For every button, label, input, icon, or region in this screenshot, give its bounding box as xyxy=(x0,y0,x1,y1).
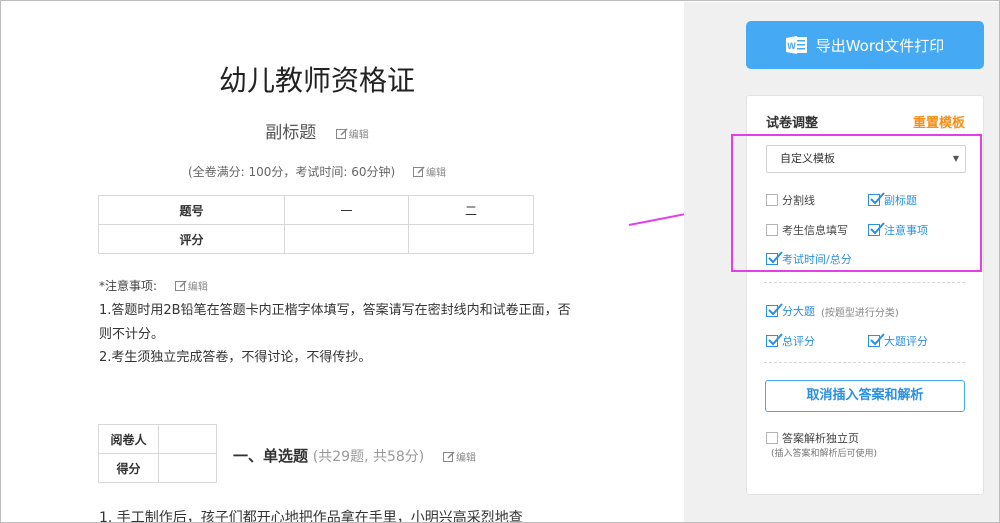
table-row: 阅卷人 xyxy=(98,424,217,454)
edit-icon xyxy=(174,280,187,291)
notice-title: *注意事项: xyxy=(99,279,158,293)
export-word-button[interactable]: W 导出Word文件打印 xyxy=(746,21,984,69)
notice-line: 1.答题时用2B铅笔在答题卡内正楷字体填写，答案请写在密封线内和试卷正面，否 xyxy=(99,303,571,318)
option-label: 总评分 xyxy=(782,335,815,348)
window: 幼儿教师资格证 副标题 编辑 (全卷满分: 100分，考试时间: 60分钟) 编… xyxy=(0,0,1000,523)
notice-line: 则不计分。 xyxy=(99,327,165,342)
checkbox-checked[interactable] xyxy=(766,333,783,347)
checkbox-checked[interactable] xyxy=(766,303,783,317)
edit-icon xyxy=(335,128,348,139)
question-number-header: 题号 xyxy=(98,195,285,225)
notice-edit-button[interactable]: 编辑 xyxy=(174,280,208,293)
answer-note: (插入答案和解析后可使用) xyxy=(771,449,878,459)
option-label: 大题评分 xyxy=(884,335,928,348)
exam-info[interactable]: (全卷满分: 100分，考试时间: 60分钟) xyxy=(188,165,395,179)
option-hint: (按题型进行分类) xyxy=(821,307,899,319)
section-meta: (共29题, 共58分) xyxy=(312,449,425,465)
highlight-box xyxy=(731,134,982,272)
edit-icon xyxy=(443,451,455,462)
reviewer-cell xyxy=(158,424,217,454)
score-cell xyxy=(158,453,217,483)
section-title-row: 一、单选题 (共29题, 共58分) 编辑 xyxy=(233,445,476,466)
score-cell xyxy=(284,224,409,254)
checkbox[interactable] xyxy=(766,432,778,444)
divider xyxy=(764,362,965,363)
column-header: 二 xyxy=(408,195,534,225)
option-big-question[interactable]: 分大题 (按题型进行分类) xyxy=(766,303,899,319)
subtitle-row: 副标题 编辑 xyxy=(1,118,633,143)
score-label: 评分 xyxy=(98,224,285,254)
paper-subtitle[interactable]: 副标题 xyxy=(265,123,316,143)
option-label: 答案解析独立页 xyxy=(782,432,859,445)
word-icon: W xyxy=(785,36,807,54)
export-word-label: 导出Word文件打印 xyxy=(815,36,945,55)
table-row: 得分 xyxy=(98,453,217,483)
checkbox-checked[interactable] xyxy=(868,333,885,347)
score-cell xyxy=(408,224,534,254)
paper-title[interactable]: 幼儿教师资格证 xyxy=(1,59,633,99)
score-label: 得分 xyxy=(98,453,159,483)
grader-table: 阅卷人 得分 xyxy=(98,424,217,483)
score-table: 题号 一 二 评分 xyxy=(98,195,534,254)
table-row: 题号 一 二 xyxy=(98,195,534,225)
exam-info-edit-button[interactable]: 编辑 xyxy=(413,166,446,179)
table-row: 评分 xyxy=(98,224,534,254)
column-header: 一 xyxy=(284,195,409,225)
svg-text:W: W xyxy=(787,41,796,51)
option-answer-standalone[interactable]: 答案解析独立页 xyxy=(766,430,859,446)
cancel-insert-answer-button[interactable]: 取消插入答案和解析 xyxy=(765,380,965,412)
question-text: 1. 手工制作后，孩子们都开心地把作品拿在手里，小明兴高采烈地查 xyxy=(99,510,523,523)
reviewer-label: 阅卷人 xyxy=(98,424,159,454)
section-edit-button[interactable]: 编辑 xyxy=(443,451,476,464)
notice-header: *注意事项: 编辑 xyxy=(99,277,208,294)
edit-icon xyxy=(413,166,425,177)
notice-line: 2.考生须独立完成答卷，不得讨论，不得传抄。 xyxy=(99,350,372,365)
panel-title: 试卷调整 xyxy=(766,116,819,131)
divider xyxy=(764,282,965,283)
section-title[interactable]: 一、单选题 xyxy=(233,447,308,465)
option-section-score[interactable]: 大题评分 xyxy=(868,333,928,349)
subtitle-edit-button[interactable]: 编辑 xyxy=(335,128,369,141)
option-label: 分大题 xyxy=(782,305,815,318)
exam-info-row: (全卷满分: 100分，考试时间: 60分钟) 编辑 xyxy=(1,163,633,180)
reset-template-link[interactable]: 重置模板 xyxy=(913,112,965,131)
option-total-score[interactable]: 总评分 xyxy=(766,333,815,349)
